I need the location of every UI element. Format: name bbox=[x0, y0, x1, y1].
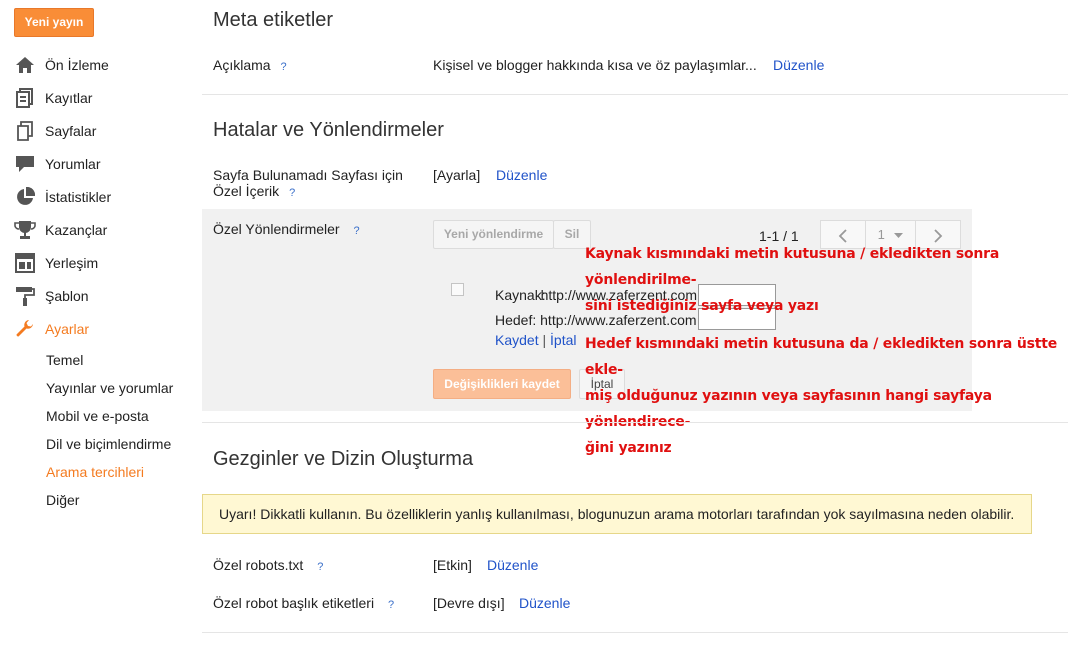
source-annotation-line1: Kaynak kısmındaki metin kutusuna / ekled… bbox=[585, 246, 1000, 288]
sidebar-item-label: İstatistikler bbox=[45, 189, 112, 205]
home-icon bbox=[14, 54, 36, 76]
separator: | bbox=[542, 332, 547, 348]
cancel-link[interactable]: İptal bbox=[550, 332, 576, 348]
warning-banner: Uyarı! Dikkatli kullanın. Bu özellikleri… bbox=[202, 494, 1032, 534]
source-annotation-line2: sini istediğiniz sayfa veya yazı bbox=[585, 298, 819, 314]
redirects-row-label: Özel Yönlendirmeler? bbox=[213, 221, 364, 237]
notfound-label-line1: Sayfa Bulunamadı Sayfası için bbox=[213, 167, 403, 183]
sidebar-subitem-search-preferences[interactable]: Arama tercihleri bbox=[46, 464, 144, 480]
robot-tags-row-label: Özel robot başlık etiketleri? bbox=[213, 595, 398, 611]
sidebar-subitem-posts-comments[interactable]: Yayınlar ve yorumlar bbox=[46, 380, 173, 396]
layout-icon bbox=[14, 252, 36, 274]
sidebar-subitem-mobile-email[interactable]: Mobil ve e-posta bbox=[46, 408, 149, 424]
target-annotation-line2: miş olduğunuz yazının veya sayfasının ha… bbox=[585, 388, 992, 430]
robot-tags-edit-link[interactable]: Düzenle bbox=[519, 595, 570, 611]
description-value: Kişisel ve blogger hakkında kısa ve öz p… bbox=[433, 57, 757, 73]
sidebar-item-label: Ayarlar bbox=[45, 321, 90, 337]
target-label: Hedef: bbox=[495, 312, 537, 328]
sidebar-item-label: Yerleşim bbox=[45, 255, 99, 271]
description-label: Açıklama bbox=[213, 57, 271, 73]
robots-row-label: Özel robots.txt? bbox=[213, 557, 327, 573]
wrench-icon bbox=[14, 318, 36, 340]
sidebar-item-posts[interactable]: Kayıtlar bbox=[14, 83, 194, 113]
sidebar-item-preview[interactable]: Ön İzleme bbox=[14, 50, 194, 80]
errors-section-title: Hatalar ve Yönlendirmeler bbox=[213, 119, 444, 141]
target-annotation-line3: ğini yazınız bbox=[585, 440, 672, 456]
help-icon[interactable]: ? bbox=[384, 599, 398, 611]
trophy-icon bbox=[14, 219, 36, 241]
sidebar-item-label: Sayfalar bbox=[45, 123, 97, 139]
sidebar-item-stats[interactable]: İstatistikler bbox=[14, 182, 194, 212]
sidebar-item-earnings[interactable]: Kazançlar bbox=[14, 215, 194, 245]
target-annotation: Hedef kısmındaki metin kutusuna da / ekl… bbox=[585, 331, 1068, 461]
description-edit-link[interactable]: Düzenle bbox=[773, 57, 824, 73]
robot-tags-value: [Devre dışı] bbox=[433, 595, 505, 611]
notfound-value: [Ayarla] bbox=[433, 167, 481, 183]
sidebar-item-template[interactable]: Şablon bbox=[14, 281, 194, 311]
chevron-down-icon bbox=[894, 233, 904, 238]
notfound-row-label: Sayfa Bulunamadı Sayfası için Özel İçeri… bbox=[213, 167, 403, 201]
source-annotation: Kaynak kısmındaki metin kutusuna / ekled… bbox=[585, 241, 1068, 319]
help-icon[interactable]: ? bbox=[313, 561, 327, 573]
redirect-checkbox[interactable] bbox=[451, 283, 464, 296]
divider bbox=[202, 632, 1068, 633]
robots-edit-link[interactable]: Düzenle bbox=[487, 557, 538, 573]
sidebar-item-layout[interactable]: Yerleşim bbox=[14, 248, 194, 278]
help-icon[interactable]: ? bbox=[285, 185, 299, 201]
target-annotation-line1: Hedef kısmındaki metin kutusuna da / ekl… bbox=[585, 336, 1057, 378]
page-select-value: 1 bbox=[877, 227, 885, 242]
sidebar-subitem-other[interactable]: Diğer bbox=[46, 492, 79, 508]
robot-tags-label: Özel robot başlık etiketleri bbox=[213, 595, 375, 611]
posts-icon bbox=[14, 87, 36, 109]
sidebar-item-label: Yorumlar bbox=[45, 156, 101, 172]
save-link[interactable]: Kaydet bbox=[495, 332, 539, 348]
new-redirect-button[interactable]: Yeni yönlendirme bbox=[433, 220, 554, 249]
save-changes-button[interactable]: Değişiklikleri kaydet bbox=[433, 369, 571, 399]
crawlers-section-title: Gezginler ve Dizin Oluşturma bbox=[213, 448, 474, 470]
sidebar-item-settings[interactable]: Ayarlar bbox=[14, 314, 194, 344]
redirect-actions: Kaydet | İptal bbox=[495, 332, 576, 348]
meta-section-title: Meta etiketler bbox=[213, 9, 334, 31]
comment-icon bbox=[14, 153, 36, 175]
new-post-button[interactable]: Yeni yayın bbox=[14, 8, 94, 37]
sidebar-item-label: Kayıtlar bbox=[45, 90, 93, 106]
divider bbox=[202, 422, 1068, 423]
notfound-edit-link[interactable]: Düzenle bbox=[496, 167, 547, 183]
divider bbox=[202, 94, 1068, 95]
robots-label: Özel robots.txt bbox=[213, 557, 304, 573]
sidebar-item-label: Şablon bbox=[45, 288, 89, 304]
notfound-label-line2: Özel İçerik bbox=[213, 183, 280, 199]
sidebar-item-pages[interactable]: Sayfalar bbox=[14, 116, 194, 146]
source-label: Kaynak: bbox=[495, 287, 546, 303]
help-icon[interactable]: ? bbox=[350, 225, 364, 237]
pie-chart-icon bbox=[14, 186, 36, 208]
sidebar-subitem-language[interactable]: Dil ve biçimlendirme bbox=[46, 436, 171, 452]
paint-roller-icon bbox=[14, 285, 36, 307]
redirects-label: Özel Yönlendirmeler bbox=[213, 221, 340, 237]
sidebar-item-comments[interactable]: Yorumlar bbox=[14, 149, 194, 179]
pages-icon bbox=[14, 120, 36, 142]
robots-value: [Etkin] bbox=[433, 557, 472, 573]
sidebar-item-label: Kazançlar bbox=[45, 222, 108, 238]
description-row-label: Açıklama? bbox=[213, 57, 291, 73]
sidebar-item-label: Ön İzleme bbox=[45, 57, 109, 73]
sidebar-subitem-basic[interactable]: Temel bbox=[46, 352, 83, 368]
help-icon[interactable]: ? bbox=[277, 61, 291, 73]
